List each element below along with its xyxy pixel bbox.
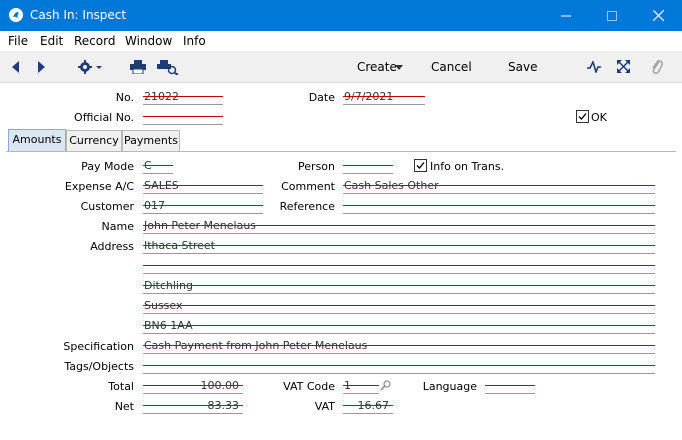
printer-icon xyxy=(130,59,146,74)
menu-window[interactable]: Window xyxy=(125,34,172,48)
tab-amounts[interactable]: Amounts xyxy=(8,129,66,151)
tab-divider xyxy=(6,151,676,152)
menu-file[interactable]: File xyxy=(8,34,28,48)
previous-record-button[interactable] xyxy=(6,51,26,82)
person-field[interactable] xyxy=(343,160,393,174)
person-label: Person xyxy=(298,160,335,173)
expand-icon xyxy=(616,60,630,73)
expand-button[interactable] xyxy=(612,51,634,82)
vat-label: VAT xyxy=(314,400,335,413)
comment-field[interactable]: Cash Sales Other xyxy=(343,179,655,194)
specification-field[interactable]: Cash Payment from John Peter Menelaus xyxy=(143,339,655,354)
address-line-3[interactable]: Ditchling xyxy=(143,279,655,294)
info-on-trans-checkbox[interactable] xyxy=(414,159,427,172)
vat-field[interactable]: 16.67 xyxy=(343,399,393,414)
close-button[interactable] xyxy=(635,0,681,31)
name-label: Name xyxy=(101,220,134,233)
paperclip-icon xyxy=(652,59,663,74)
next-record-button[interactable] xyxy=(32,51,52,82)
net-field[interactable]: 83.33 xyxy=(143,399,243,414)
print-preview-icon xyxy=(157,59,179,75)
app-icon xyxy=(9,8,23,22)
ok-label: OK xyxy=(591,111,607,124)
create-menu-button[interactable]: Create xyxy=(357,60,397,74)
menu-edit[interactable]: Edit xyxy=(40,34,63,48)
print-preview-button[interactable] xyxy=(155,51,181,82)
customer-field[interactable]: 017 xyxy=(143,199,263,214)
checkmark-icon xyxy=(578,113,587,120)
vat-code-field[interactable]: 1 xyxy=(343,379,379,394)
reference-label: Reference xyxy=(279,200,335,213)
official-no-field[interactable] xyxy=(143,111,223,125)
vat-code-label: VAT Code xyxy=(283,380,335,393)
menu-info[interactable]: Info xyxy=(183,34,206,48)
ok-checkbox[interactable] xyxy=(576,110,589,123)
pay-mode-label: Pay Mode xyxy=(81,160,134,173)
menu-bar: File Edit Record Window Info xyxy=(0,31,682,51)
address-line-4[interactable]: Sussex xyxy=(143,299,655,314)
menu-record[interactable]: Record xyxy=(74,34,115,48)
close-icon xyxy=(652,10,664,21)
address-line-1[interactable]: Ithaca Street xyxy=(143,239,655,254)
language-field[interactable] xyxy=(485,380,535,394)
no-field[interactable]: 21022 xyxy=(143,90,223,105)
arrow-right-icon xyxy=(38,60,45,73)
net-label: Net xyxy=(114,400,134,413)
customer-label: Customer xyxy=(80,200,134,213)
gear-icon xyxy=(78,59,102,74)
chevron-down-icon xyxy=(395,65,403,70)
print-button[interactable] xyxy=(126,51,150,82)
info-on-trans-label: Info on Trans. xyxy=(430,160,505,173)
paste-special-icon[interactable] xyxy=(380,380,391,391)
operations-menu-button[interactable] xyxy=(72,51,108,82)
total-label: Total xyxy=(108,380,134,393)
tags-objects-field[interactable] xyxy=(143,360,655,374)
expense-ac-label: Expense A/C xyxy=(64,180,134,193)
date-label: Date xyxy=(308,91,335,104)
tags-objects-label: Tags/Objects xyxy=(64,360,134,373)
expense-ac-field[interactable]: SALES xyxy=(143,179,263,194)
minimize-icon xyxy=(561,15,571,16)
name-field[interactable]: John Peter Menelaus xyxy=(143,219,655,234)
minimize-button[interactable] xyxy=(543,0,589,31)
language-label: Language xyxy=(422,380,477,393)
cancel-button[interactable]: Cancel xyxy=(431,60,472,74)
checkmark-icon xyxy=(416,162,425,169)
activity-icon xyxy=(587,60,601,73)
arrow-left-icon xyxy=(12,60,19,73)
toolbar: Create Cancel Save xyxy=(0,51,682,83)
save-button[interactable]: Save xyxy=(508,60,537,74)
maximize-icon xyxy=(607,10,617,21)
address-line-2[interactable] xyxy=(143,260,655,274)
reference-field[interactable] xyxy=(343,200,655,214)
activity-button[interactable] xyxy=(583,51,605,82)
total-field[interactable]: 100.00 xyxy=(143,379,243,394)
window-title: Cash In: Inspect xyxy=(30,8,127,22)
official-no-label: Official No. xyxy=(74,111,134,124)
specification-label: Specification xyxy=(63,340,134,353)
address-line-5[interactable]: BN6 1AA xyxy=(143,319,655,334)
maximize-button[interactable] xyxy=(589,0,635,31)
no-label: No. xyxy=(115,91,134,104)
attachment-button[interactable] xyxy=(646,51,668,82)
comment-label: Comment xyxy=(281,180,335,193)
title-bar: Cash In: Inspect xyxy=(0,0,682,31)
pay-mode-field[interactable]: C xyxy=(143,159,173,174)
date-field[interactable]: 9/7/2021 xyxy=(343,90,425,105)
tab-payments[interactable]: Payments xyxy=(122,130,180,151)
address-label: Address xyxy=(90,240,134,253)
tab-currency[interactable]: Currency xyxy=(66,130,122,151)
